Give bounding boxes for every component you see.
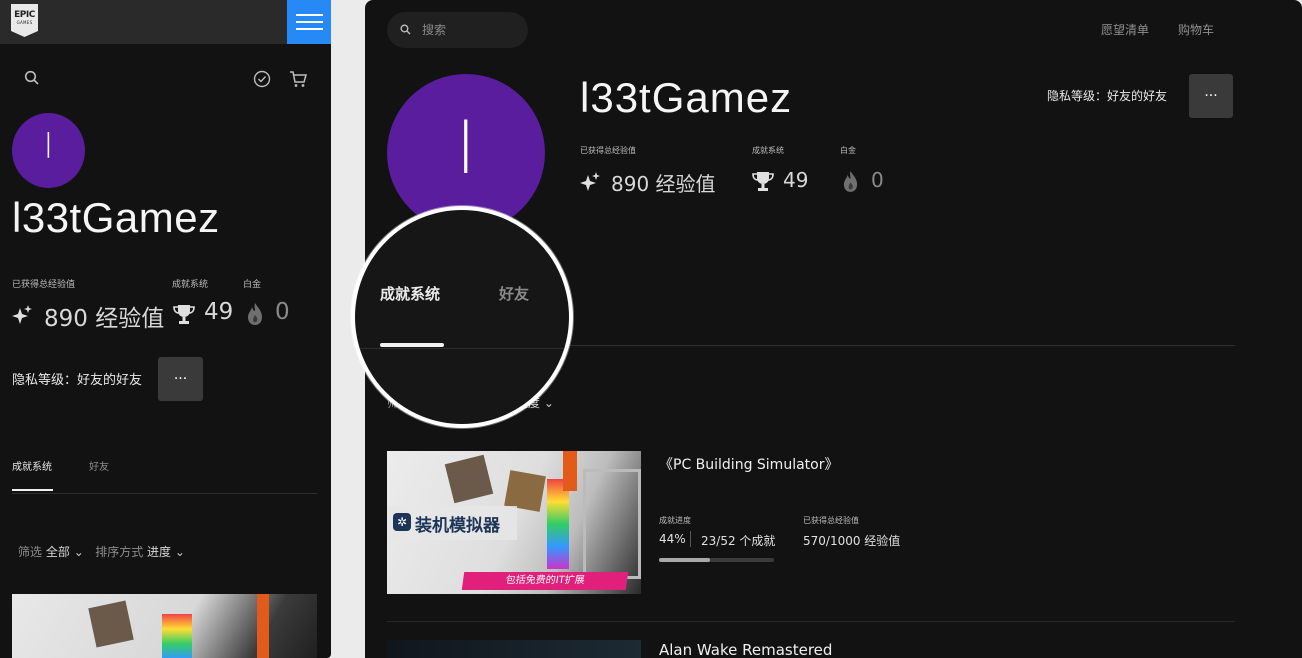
game-cover-image[interactable]: [12, 594, 317, 658]
game-cover-banner: 包括免费的IT扩展: [461, 572, 629, 590]
avatar[interactable]: l: [12, 113, 85, 188]
active-tab-indicator: [12, 489, 53, 491]
mobile-profile-view: EPIC GAMES l l33tGamez 已获得总经验值 成就系统 白金 8…: [0, 0, 331, 658]
sort-dropdown[interactable]: 进度: [147, 545, 171, 559]
search-input[interactable]: [422, 21, 517, 39]
flame-icon: [248, 303, 262, 325]
trophy-icon: [173, 305, 195, 324]
filter-label: 筛选: [18, 545, 43, 559]
search-icon[interactable]: [24, 70, 40, 86]
achievements-value: 49: [204, 299, 234, 325]
list-item[interactable]: Alan Wake Remastered: [387, 640, 1235, 658]
progress-percent: 44%: [659, 532, 686, 546]
more-options-button[interactable]: ···: [158, 357, 203, 401]
xp-value: 890 经验值: [44, 306, 165, 332]
tab-achievements[interactable]: 成就系统: [380, 283, 440, 304]
game-cover-title: 装机模拟器: [415, 516, 500, 536]
sparkle-icon: [580, 172, 600, 191]
xp-label: 已获得总经验值: [580, 146, 636, 155]
privacy-level: 隐私等级：好友的好友: [1047, 89, 1168, 103]
progress-bar: [659, 558, 774, 562]
achievements-label: 成就系统: [172, 280, 209, 290]
tabs-divider: [355, 348, 569, 349]
privacy-level: 隐私等级：好友的好友: [12, 373, 143, 388]
cart-link[interactable]: 购物车: [1178, 21, 1214, 38]
search-icon: [400, 24, 411, 35]
platinum-label: 白金: [243, 280, 262, 290]
game-title[interactable]: 《PC Building Simulator》: [659, 454, 838, 474]
filter-dropdown[interactable]: 全部: [46, 545, 70, 559]
game-cover-image[interactable]: [387, 640, 641, 658]
tab-friends[interactable]: 好友: [499, 283, 529, 304]
platinum-value: 0: [871, 168, 884, 192]
magnifier-callout: 成就系统 好友: [351, 206, 573, 428]
tab-achievements[interactable]: 成就系统: [12, 458, 52, 473]
trophy-icon: [752, 172, 774, 191]
username: l33tGamez: [12, 194, 220, 241]
platinum-label: 白金: [840, 146, 856, 155]
achievements-value: 49: [783, 168, 809, 192]
top-nav-bar: EPIC GAMES: [0, 0, 331, 44]
xp-value: 570/1000 经验值: [803, 534, 901, 548]
game-title[interactable]: Alan Wake Remastered: [659, 641, 832, 658]
chevron-down-icon: ⌄: [73, 545, 84, 559]
cart-icon[interactable]: [289, 70, 308, 88]
flame-icon: [843, 171, 858, 192]
progress-separator: [690, 531, 691, 547]
progress-label: 成就进度: [659, 516, 691, 525]
epic-games-logo[interactable]: EPIC GAMES: [11, 4, 38, 37]
game-logo-icon: ✲: [393, 513, 411, 531]
profile-tabs: 成就系统 好友: [12, 456, 317, 494]
hamburger-menu-icon[interactable]: [287, 0, 331, 44]
xp-label: 已获得总经验值: [12, 280, 76, 290]
check-circle-icon[interactable]: [253, 70, 271, 88]
progress-bar-fill: [659, 558, 710, 562]
chevron-down-icon: ⌄: [543, 396, 554, 410]
active-tab-indicator: [380, 343, 444, 347]
platinum-value: 0: [275, 299, 290, 325]
username: l33tGamez: [580, 74, 793, 121]
achievements-count: 23/52 个成就: [701, 534, 776, 548]
xp-label: 已获得总经验值: [803, 516, 859, 525]
sort-label: 排序方式: [95, 545, 144, 559]
row-divider: [387, 621, 1235, 622]
search-bar[interactable]: [387, 12, 528, 48]
game-cover-image[interactable]: ✲ 装机模拟器 包括免费的IT扩展: [387, 451, 641, 594]
sparkle-icon: [12, 305, 32, 324]
chevron-down-icon: ⌄: [174, 545, 185, 559]
tab-friends[interactable]: 好友: [89, 458, 109, 473]
achievements-label: 成就系统: [752, 146, 784, 155]
list-item[interactable]: ✲ 装机模拟器 包括免费的IT扩展 《PC Building Simulator…: [387, 451, 1235, 611]
xp-value: 890 经验值: [611, 172, 716, 196]
filter-sort-bar: 筛选 全部 ⌄ 排序方式 进度 ⌄: [18, 543, 185, 560]
more-options-button[interactable]: ···: [1189, 74, 1233, 118]
wishlist-link[interactable]: 愿望清单: [1101, 21, 1149, 38]
